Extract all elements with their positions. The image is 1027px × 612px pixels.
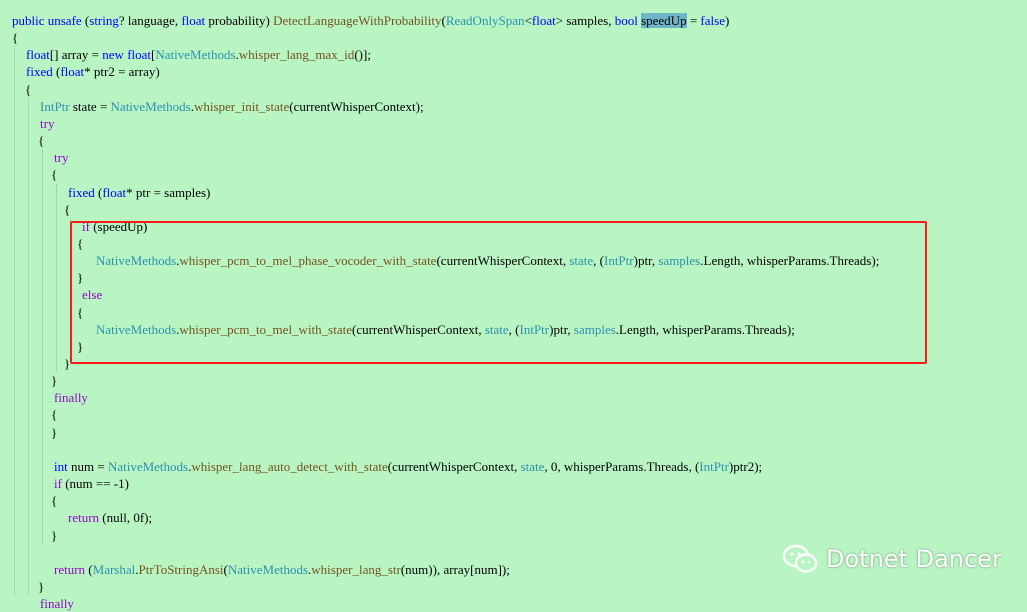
code-line: if (num == -1) [0,475,1027,492]
code-token: NativeMethods [110,98,191,114]
code-token: bool [614,13,638,28]
code-line: public unsafe (string? language, float p… [0,12,1027,29]
code-token: public unsafe [12,13,85,28]
code-token: float [102,184,127,200]
code-token: (currentWhisperContext, [387,458,521,474]
code-token: ReadOnlySpan [445,13,525,28]
code-token: } [12,424,58,440]
wechat-icon [782,544,818,573]
code-token: < [524,13,532,28]
code-token: ) [724,13,730,28]
code-token: int [54,458,68,474]
code-token: try [40,115,55,131]
code-token: if [54,476,62,492]
code-token: , 0, whisperParams.Threads, ( [544,458,700,474]
code-token: float [60,64,85,80]
code-line: { [0,201,1027,218]
code-token: try [54,150,69,166]
code-token: float [181,13,206,28]
code-token: } [12,373,58,389]
code-token: ? language, [118,13,182,28]
code-line: float[] array = new float[NativeMethods.… [0,46,1027,63]
code-line: { [0,166,1027,183]
code-token: )ptr2); [728,458,763,474]
indent-guide [42,149,43,544]
code-token: ( [85,561,93,577]
code-token: float [26,47,50,63]
code-line: { [0,132,1027,149]
code-line: { [0,29,1027,46]
code-token: finally [54,390,88,406]
code-token: NativeMethods [155,47,236,63]
code-token: (currentWhisperContext); [289,98,424,114]
code-token: probability) [205,13,274,28]
code-token: { [12,167,58,183]
code-line: IntPtr state = NativeMethods.whisper_ini… [0,98,1027,115]
code-token: DetectLanguageWithProbability [273,13,442,28]
code-token: ()]; [354,47,371,63]
code-token: speedUp [641,13,687,28]
code-token: float [531,13,556,28]
code-token: whisper_init_state [193,98,290,114]
indent-guide [14,46,15,596]
code-line: { [0,406,1027,423]
code-token: fixed [26,64,53,80]
code-token: (num == -1) [61,476,129,492]
code-token: new [102,47,124,63]
code-token: NativeMethods [227,561,309,577]
code-token: whisper_lang_auto_detect_with_state [191,458,388,474]
code-token: num = [67,458,108,474]
code-line: finally [0,595,1027,612]
code-token: return [54,561,86,577]
code-token: (num)), array[num]); [400,561,510,577]
code-line: try [0,149,1027,166]
code-token: PtrToStringAnsi [138,561,224,577]
code-line: finally [0,389,1027,406]
watermark: Dotnet Dancer [782,541,1002,577]
code-token: [] array = [49,47,103,63]
code-token: { [12,493,58,509]
code-token: whisper_lang_str [311,561,401,577]
code-token: { [12,30,19,46]
code-token: Marshal [92,561,136,577]
code-line: int num = NativeMethods.whisper_lang_aut… [0,458,1027,475]
code-token: whisper_lang_max_id [238,47,355,63]
code-token: state [520,458,545,474]
code-token: NativeMethods [107,458,189,474]
indent-guide [56,183,57,373]
code-line: return (null, 0f); [0,509,1027,526]
watermark-text: Dotnet Dancer [826,545,1002,573]
code-line: } [0,424,1027,441]
code-token: * ptr2 = array) [84,64,160,80]
code-token: (null, 0f); [99,510,153,526]
code-token: string [89,13,119,28]
code-line: try [0,115,1027,132]
code-token: > samples, [555,13,615,28]
code-line: fixed (float* ptr = samples) [0,184,1027,201]
code-token: state = [69,98,111,114]
code-token: IntPtr [40,98,70,114]
code-token: return [68,510,100,526]
code-line: fixed (float* ptr2 = array) [0,63,1027,80]
code-token: } [12,527,58,543]
code-token: finally [40,596,74,612]
code-line: { [0,81,1027,98]
code-token: * ptr = samples) [126,184,211,200]
code-token: IntPtr [699,458,729,474]
code-line: } [0,372,1027,389]
code-line: } [0,578,1027,595]
code-line: { [0,492,1027,509]
code-token: fixed [68,184,95,200]
code-token: = [686,13,701,28]
indent-guide [28,97,29,596]
code-token: false [700,13,725,28]
highlight-box [70,221,927,364]
code-token: float [127,47,152,63]
code-token: { [12,407,58,423]
